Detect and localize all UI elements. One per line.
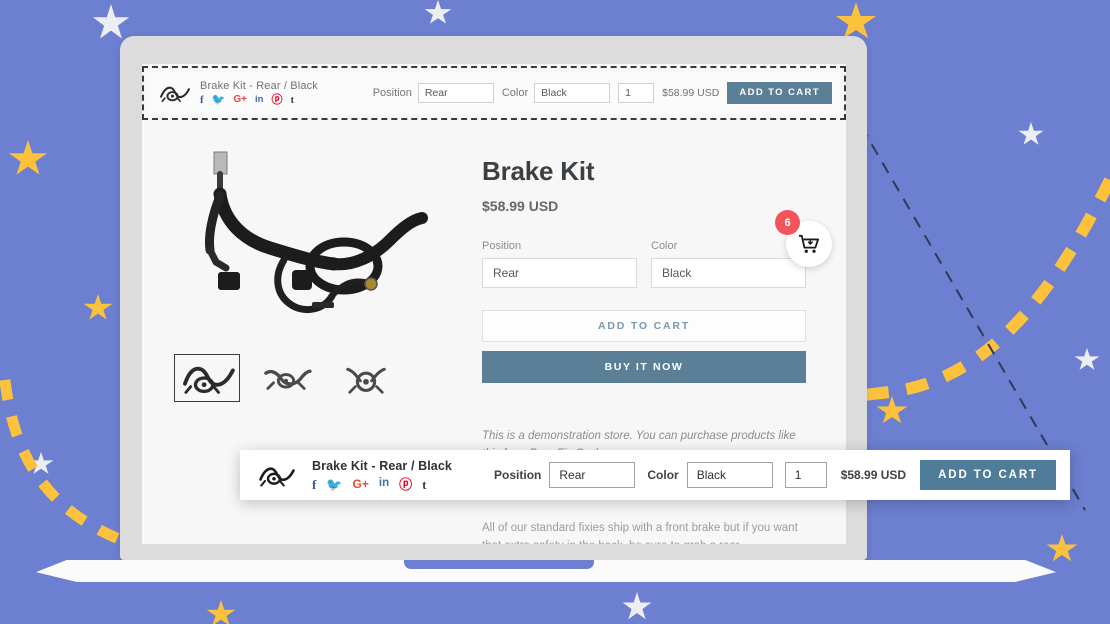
product-price: $58.99 USD [482,198,806,214]
sticky-bar-position-value: Rear [425,87,448,99]
sticky-bar-color-select[interactable]: Black ⱟ [534,83,610,103]
thumbnail-1[interactable] [174,354,240,402]
sticky-bar-position-select[interactable]: Rear ⱟ [418,83,494,103]
thumbnail-3[interactable] [334,354,400,402]
product-thumbnails[interactable] [166,354,462,402]
callout-position-value: Rear [559,468,585,482]
tumblr-icon[interactable]: t [290,95,294,106]
zoomed-sticky-add-to-cart-bar[interactable]: Brake Kit - Rear / Black f 🐦 G+ in ⓟ t P… [240,450,1070,500]
sticky-bar-add-to-cart-button[interactable]: ADD TO CART [727,82,832,104]
color-option: Color Black ⱟ [651,240,806,288]
sticky-bar-color-label: Color [502,87,528,99]
callout-color-label: Color [647,468,678,482]
facebook-icon[interactable]: f [200,95,204,106]
callout-title-block: Brake Kit - Rear / Black f 🐦 G+ in ⓟ t [312,459,452,491]
product-hero-image[interactable] [166,144,461,334]
description-paragraph-2: All of our standard fixies ship with a f… [482,519,806,544]
tumblr-icon[interactable]: t [422,478,426,491]
sticky-bar-product-title: Brake Kit - Rear / Black [200,80,318,92]
pinterest-icon[interactable]: ⓟ [399,478,412,491]
star-white-1 [92,4,130,42]
callout-add-to-cart-button[interactable]: ADD TO CART [920,460,1056,490]
callout-position-label: Position [494,468,541,482]
sticky-bar-social-links[interactable]: f 🐦 G+ in ⓟ t [200,95,318,106]
callout-price: $58.99 USD [841,468,906,482]
star-yellow-5 [1046,534,1078,564]
color-value: Black [662,266,691,280]
page-title: Brake Kit [482,156,806,187]
position-value: Rear [493,266,519,280]
buy-it-now-button[interactable]: BUY IT NOW [482,351,806,383]
cart-count-badge: 6 [775,210,800,235]
callout-product-title: Brake Kit - Rear / Black [312,459,452,473]
add-to-cart-button[interactable]: ADD TO CART [482,310,806,342]
googleplus-icon[interactable]: G+ [353,478,369,491]
brake-caliper-icon [254,460,300,490]
brake-caliper-icon [156,80,194,106]
twitter-icon[interactable]: 🐦 [326,478,342,491]
cart-button[interactable]: 6 [786,221,832,267]
pinterest-icon[interactable]: ⓟ [271,95,282,106]
star-white-2 [424,0,452,26]
position-select[interactable]: Rear ⱟ [482,258,637,288]
star-yellow-6 [206,600,236,624]
sticky-add-to-cart-bar[interactable]: Brake Kit - Rear / Black f 🐦 G+ in ⓟ t P… [148,72,840,114]
callout-quantity-input[interactable]: 1 [785,462,827,488]
star-yellow-2 [8,140,48,178]
sticky-bar-title-block: Brake Kit - Rear / Black f 🐦 G+ in ⓟ t [200,80,318,106]
googleplus-icon[interactable]: G+ [233,95,247,106]
sticky-bar-quantity-input[interactable]: 1 [618,83,654,103]
linkedin-icon[interactable]: in [379,478,389,491]
color-label: Color [651,240,806,252]
sticky-bar-position-label: Position [373,87,412,99]
laptop-notch [404,560,594,569]
product-options: Position Rear ⱟ Color Black ⱟ [482,240,806,288]
shopping-cart-icon [798,234,820,254]
sticky-bar-color-value: Black [541,87,567,99]
callout-position-select[interactable]: Rear ⱟ [549,462,635,488]
position-option: Position Rear ⱟ [482,240,637,288]
star-white-6 [622,592,652,622]
callout-color-select[interactable]: Black ⱟ [687,462,773,488]
position-label: Position [482,240,637,252]
thumbnail-2[interactable] [254,354,320,402]
facebook-icon[interactable]: f [312,478,316,491]
twitter-icon[interactable]: 🐦 [212,95,226,106]
color-select[interactable]: Black ⱟ [651,258,806,288]
star-yellow-3 [83,294,113,322]
sticky-bar-price: $58.99 USD [662,87,719,99]
linkedin-icon[interactable]: in [255,95,263,106]
callout-social-links[interactable]: f 🐦 G+ in ⓟ t [312,478,452,491]
callout-color-value: Black [697,468,726,482]
